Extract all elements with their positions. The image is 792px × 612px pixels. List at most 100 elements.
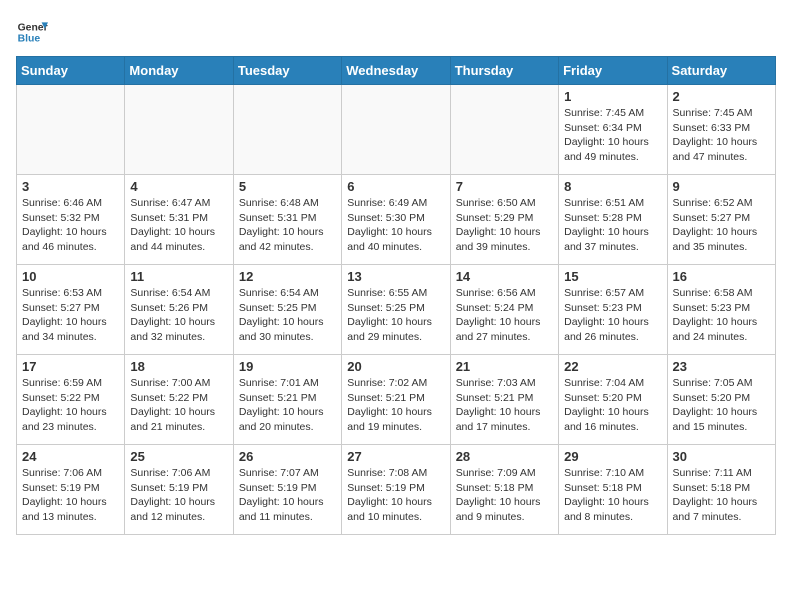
day-info: Sunrise: 6:58 AM Sunset: 5:23 PM Dayligh… <box>673 286 770 345</box>
day-number: 22 <box>564 359 661 374</box>
day-number: 17 <box>22 359 119 374</box>
day-number: 21 <box>456 359 553 374</box>
calendar-cell: 24 Sunrise: 7:06 AM Sunset: 5:19 PM Dayli… <box>17 445 125 535</box>
calendar-cell <box>450 85 558 175</box>
calendar-week-2: 3 Sunrise: 6:46 AM Sunset: 5:32 PM Daylig… <box>17 175 776 265</box>
calendar-cell: 2Sunrise: 7:45 AM Sunset: 6:33 PM Daylig… <box>667 85 775 175</box>
day-number: 23 <box>673 359 770 374</box>
day-number: 7 <box>456 179 553 194</box>
calendar-cell: 17Sunrise: 6:59 AM Sunset: 5:22 PM Dayli… <box>17 355 125 445</box>
day-number: 3 <box>22 179 119 194</box>
weekday-monday: Monday <box>125 57 233 85</box>
day-info: Sunrise: 6:48 AM Sunset: 5:31 PM Dayligh… <box>239 196 336 255</box>
day-number: 1 <box>564 89 661 104</box>
calendar-cell: 29Sunrise: 7:10 AM Sunset: 5:18 PM Dayli… <box>559 445 667 535</box>
day-info: Sunrise: 6:52 AM Sunset: 5:27 PM Dayligh… <box>673 196 770 255</box>
calendar-cell: 21Sunrise: 7:03 AM Sunset: 5:21 PM Dayli… <box>450 355 558 445</box>
day-info: Sunrise: 7:09 AM Sunset: 5:18 PM Dayligh… <box>456 466 553 525</box>
logo: General Blue <box>16 16 48 48</box>
day-number: 4 <box>130 179 227 194</box>
day-number: 19 <box>239 359 336 374</box>
calendar-cell: 14 Sunrise: 6:56 AM Sunset: 5:24 PM Dayli… <box>450 265 558 355</box>
calendar-cell: 23 Sunrise: 7:05 AM Sunset: 5:20 PM Dayli… <box>667 355 775 445</box>
logo-icon: General Blue <box>16 16 48 48</box>
day-info: Sunrise: 7:02 AM Sunset: 5:21 PM Dayligh… <box>347 376 444 435</box>
calendar-week-4: 17Sunrise: 6:59 AM Sunset: 5:22 PM Dayli… <box>17 355 776 445</box>
day-info: Sunrise: 6:56 AM Sunset: 5:24 PM Dayligh… <box>456 286 553 345</box>
weekday-thursday: Thursday <box>450 57 558 85</box>
calendar-cell: 27Sunrise: 7:08 AM Sunset: 5:19 PM Dayli… <box>342 445 450 535</box>
day-info: Sunrise: 6:55 AM Sunset: 5:25 PM Dayligh… <box>347 286 444 345</box>
day-number: 28 <box>456 449 553 464</box>
day-number: 12 <box>239 269 336 284</box>
day-number: 15 <box>564 269 661 284</box>
day-info: Sunrise: 6:53 AM Sunset: 5:27 PM Dayligh… <box>22 286 119 345</box>
calendar-cell: 15 Sunrise: 6:57 AM Sunset: 5:23 PM Dayli… <box>559 265 667 355</box>
day-number: 30 <box>673 449 770 464</box>
day-info: Sunrise: 6:54 AM Sunset: 5:25 PM Dayligh… <box>239 286 336 345</box>
day-number: 25 <box>130 449 227 464</box>
calendar-cell: 25Sunrise: 7:06 AM Sunset: 5:19 PM Dayli… <box>125 445 233 535</box>
weekday-sunday: Sunday <box>17 57 125 85</box>
day-info: Sunrise: 6:51 AM Sunset: 5:28 PM Dayligh… <box>564 196 661 255</box>
calendar-cell: 26 Sunrise: 7:07 AM Sunset: 5:19 PM Dayli… <box>233 445 341 535</box>
calendar-cell: 30 Sunrise: 7:11 AM Sunset: 5:18 PM Dayli… <box>667 445 775 535</box>
calendar-cell: 10Sunrise: 6:53 AM Sunset: 5:27 PM Dayli… <box>17 265 125 355</box>
day-number: 20 <box>347 359 444 374</box>
svg-text:Blue: Blue <box>18 34 41 45</box>
calendar-cell: 1 Sunrise: 7:45 AM Sunset: 6:34 PM Daylig… <box>559 85 667 175</box>
day-info: Sunrise: 7:10 AM Sunset: 5:18 PM Dayligh… <box>564 466 661 525</box>
calendar-cell <box>17 85 125 175</box>
day-info: Sunrise: 7:05 AM Sunset: 5:20 PM Dayligh… <box>673 376 770 435</box>
day-number: 9 <box>673 179 770 194</box>
day-number: 14 <box>456 269 553 284</box>
calendar-week-5: 24 Sunrise: 7:06 AM Sunset: 5:19 PM Dayli… <box>17 445 776 535</box>
calendar-week-1: 1 Sunrise: 7:45 AM Sunset: 6:34 PM Daylig… <box>17 85 776 175</box>
day-number: 24 <box>22 449 119 464</box>
calendar-cell: 7 Sunrise: 6:50 AM Sunset: 5:29 PM Daylig… <box>450 175 558 265</box>
day-info: Sunrise: 7:04 AM Sunset: 5:20 PM Dayligh… <box>564 376 661 435</box>
day-info: Sunrise: 7:06 AM Sunset: 5:19 PM Dayligh… <box>22 466 119 525</box>
calendar-cell: 16 Sunrise: 6:58 AM Sunset: 5:23 PM Dayli… <box>667 265 775 355</box>
day-number: 16 <box>673 269 770 284</box>
day-info: Sunrise: 7:00 AM Sunset: 5:22 PM Dayligh… <box>130 376 227 435</box>
calendar-week-3: 10Sunrise: 6:53 AM Sunset: 5:27 PM Dayli… <box>17 265 776 355</box>
day-number: 5 <box>239 179 336 194</box>
calendar-cell: 13 Sunrise: 6:55 AM Sunset: 5:25 PM Dayli… <box>342 265 450 355</box>
weekday-friday: Friday <box>559 57 667 85</box>
day-info: Sunrise: 6:47 AM Sunset: 5:31 PM Dayligh… <box>130 196 227 255</box>
day-info: Sunrise: 6:46 AM Sunset: 5:32 PM Dayligh… <box>22 196 119 255</box>
calendar-cell: 6Sunrise: 6:49 AM Sunset: 5:30 PM Daylig… <box>342 175 450 265</box>
weekday-tuesday: Tuesday <box>233 57 341 85</box>
calendar-cell <box>233 85 341 175</box>
day-number: 11 <box>130 269 227 284</box>
calendar-cell: 12 Sunrise: 6:54 AM Sunset: 5:25 PM Dayli… <box>233 265 341 355</box>
calendar-cell <box>125 85 233 175</box>
calendar-cell: 8 Sunrise: 6:51 AM Sunset: 5:28 PM Daylig… <box>559 175 667 265</box>
day-info: Sunrise: 7:07 AM Sunset: 5:19 PM Dayligh… <box>239 466 336 525</box>
calendar-cell <box>342 85 450 175</box>
calendar-cell: 28 Sunrise: 7:09 AM Sunset: 5:18 PM Dayli… <box>450 445 558 535</box>
day-info: Sunrise: 7:45 AM Sunset: 6:34 PM Dayligh… <box>564 106 661 165</box>
calendar-cell: 3 Sunrise: 6:46 AM Sunset: 5:32 PM Daylig… <box>17 175 125 265</box>
calendar-cell: 4 Sunrise: 6:47 AM Sunset: 5:31 PM Daylig… <box>125 175 233 265</box>
day-number: 18 <box>130 359 227 374</box>
day-info: Sunrise: 6:57 AM Sunset: 5:23 PM Dayligh… <box>564 286 661 345</box>
weekday-header-row: SundayMondayTuesdayWednesdayThursdayFrid… <box>17 57 776 85</box>
day-info: Sunrise: 6:50 AM Sunset: 5:29 PM Dayligh… <box>456 196 553 255</box>
calendar-cell: 11 Sunrise: 6:54 AM Sunset: 5:26 PM Dayli… <box>125 265 233 355</box>
day-info: Sunrise: 6:54 AM Sunset: 5:26 PM Dayligh… <box>130 286 227 345</box>
calendar-table: SundayMondayTuesdayWednesdayThursdayFrid… <box>16 56 776 535</box>
weekday-saturday: Saturday <box>667 57 775 85</box>
day-number: 26 <box>239 449 336 464</box>
day-info: Sunrise: 7:45 AM Sunset: 6:33 PM Dayligh… <box>673 106 770 165</box>
page-header: General Blue <box>16 16 776 48</box>
day-info: Sunrise: 7:08 AM Sunset: 5:19 PM Dayligh… <box>347 466 444 525</box>
day-info: Sunrise: 7:01 AM Sunset: 5:21 PM Dayligh… <box>239 376 336 435</box>
day-info: Sunrise: 6:49 AM Sunset: 5:30 PM Dayligh… <box>347 196 444 255</box>
day-info: Sunrise: 7:11 AM Sunset: 5:18 PM Dayligh… <box>673 466 770 525</box>
calendar-cell: 22 Sunrise: 7:04 AM Sunset: 5:20 PM Dayli… <box>559 355 667 445</box>
calendar-cell: 5 Sunrise: 6:48 AM Sunset: 5:31 PM Daylig… <box>233 175 341 265</box>
day-number: 13 <box>347 269 444 284</box>
day-number: 8 <box>564 179 661 194</box>
